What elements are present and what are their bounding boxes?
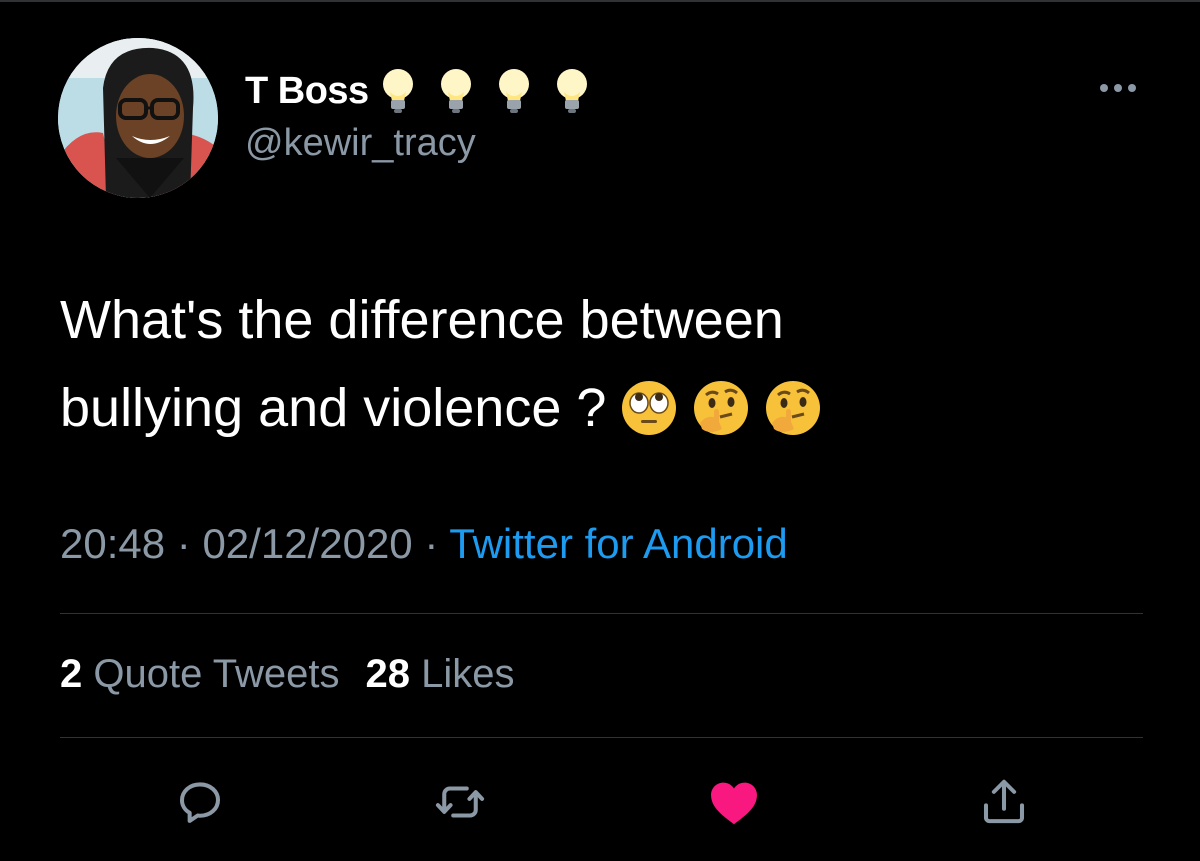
quote-tweets-label: Quote Tweets: [93, 652, 340, 696]
more-options-icon[interactable]: [1096, 76, 1140, 100]
retweet-icon: [435, 786, 485, 818]
like-button[interactable]: [704, 772, 764, 832]
tweet-action-bar: [0, 772, 1200, 832]
heart-icon: [711, 782, 757, 825]
tweet-text-line-2: bullying and violence ?: [60, 364, 1140, 452]
author-display-name[interactable]: T Boss: [245, 70, 369, 113]
reply-icon: [179, 782, 221, 823]
light-bulb-emoji: [498, 69, 529, 113]
engagement-stats: 2 Quote Tweets 28 Likes: [60, 652, 514, 697]
author-handle[interactable]: @kewir_tracy: [245, 122, 476, 165]
face-with-rolling-eyes-emoji: [622, 380, 677, 435]
separator-dot: ·: [176, 520, 191, 567]
tweet-source-link[interactable]: Twitter for Android: [449, 520, 787, 567]
tweet-text: What's the difference between bullying a…: [60, 276, 1140, 452]
retweet-button[interactable]: [430, 772, 490, 832]
likes-count: 28: [365, 652, 410, 696]
tweet-text-line-2-text: bullying and violence ?: [60, 378, 607, 438]
share-button[interactable]: [974, 772, 1034, 832]
likes-label: Likes: [421, 652, 515, 696]
top-divider: [0, 0, 1200, 2]
tweet-text-line-1: What's the difference between: [60, 290, 784, 350]
tweet-metadata: 20:48 · 02/12/2020 · Twitter for Android: [60, 520, 788, 568]
name-emojis: [381, 68, 613, 114]
divider: [60, 613, 1143, 614]
reply-button[interactable]: [170, 772, 230, 832]
thinking-face-emoji: [694, 380, 749, 435]
light-bulb-emoji: [440, 69, 471, 113]
tweet-detail-view: T Boss @kewir_tracy What's the differenc…: [0, 0, 1200, 861]
likes-stat[interactable]: 28 Likes: [365, 652, 514, 696]
tweet-time[interactable]: 20:48: [60, 520, 165, 567]
separator-dot: ·: [424, 520, 439, 567]
quote-tweets-stat[interactable]: 2 Quote Tweets: [60, 652, 339, 696]
tweet-date[interactable]: 02/12/2020: [202, 520, 412, 567]
thinking-face-emoji: [766, 380, 821, 435]
share-icon: [983, 779, 1025, 824]
author-name-row[interactable]: T Boss: [245, 66, 613, 116]
light-bulb-emoji: [556, 69, 587, 113]
avatar[interactable]: [58, 38, 218, 198]
light-bulb-emoji: [382, 69, 413, 113]
quote-tweets-count: 2: [60, 652, 83, 696]
divider: [60, 737, 1143, 738]
